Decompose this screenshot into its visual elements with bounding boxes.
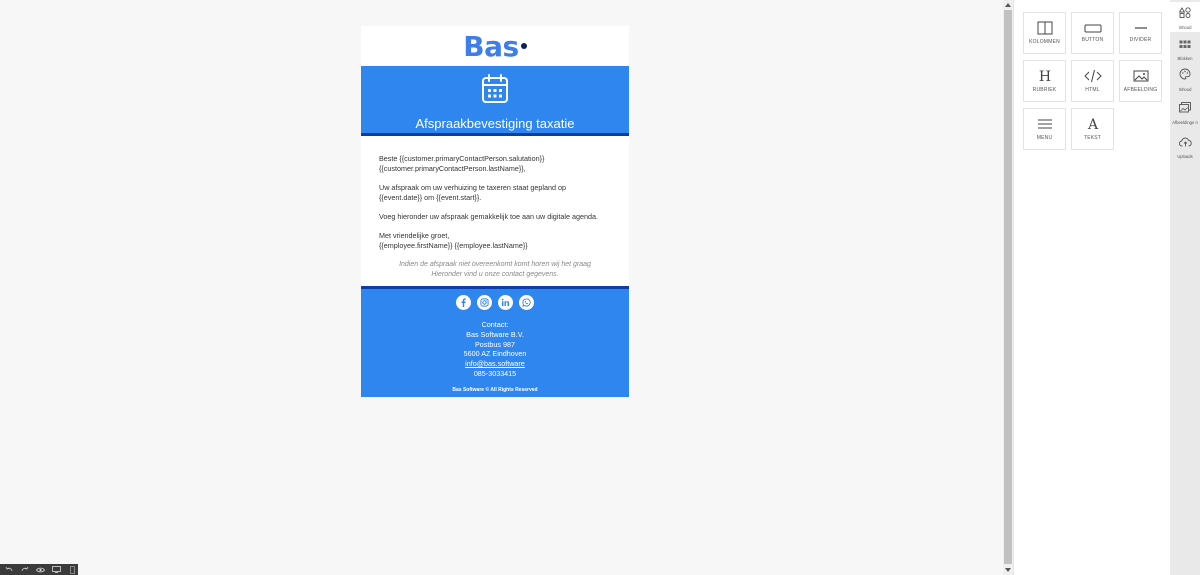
palette-icon xyxy=(1179,67,1191,85)
header-band[interactable]: Afspraakbevestiging taxatie xyxy=(361,66,629,136)
logo-dot xyxy=(520,43,527,49)
tile-label: RUBRIEK xyxy=(1032,87,1057,93)
copyright: Bas Software © All Rights Reserved xyxy=(452,386,538,393)
svg-text:A: A xyxy=(1086,117,1098,131)
sidebar-label: Afbeeldinge n xyxy=(1172,119,1198,125)
canvas-scrollbar[interactable] xyxy=(1003,0,1013,575)
sidebar-label: Uploads xyxy=(1177,153,1193,159)
preview-eye-icon[interactable] xyxy=(35,564,47,575)
instagram-icon[interactable] xyxy=(477,295,492,310)
redo-icon[interactable] xyxy=(19,564,31,575)
calendar-icon xyxy=(481,74,509,109)
company-name: Bas Software B.V. xyxy=(466,329,524,339)
mobile-view-icon[interactable] xyxy=(66,564,78,575)
greeting-paragraph: Beste {{customer.primaryContactPerson.sa… xyxy=(379,154,545,173)
heading-icon: H xyxy=(1037,69,1053,83)
closing-paragraph: Met vriendelijke groet, {{employee.first… xyxy=(379,231,611,251)
svg-text:H: H xyxy=(1038,69,1050,83)
images-icon xyxy=(1179,100,1191,118)
note-line-2: Hieronder vind u onze contact gegevens. xyxy=(431,271,559,278)
tile-html[interactable]: HTML xyxy=(1071,60,1114,102)
tile-text[interactable]: A TEKST xyxy=(1071,108,1114,150)
footer-band[interactable]: Contact: Bas Software B.V. Postbus 987 5… xyxy=(361,286,629,397)
employee-name: {{employee.firstName}} {{employee.lastNa… xyxy=(379,241,528,250)
tile-label: AFBEELDING xyxy=(1123,87,1158,93)
menu-icon xyxy=(1037,117,1053,131)
contact-block: Contact: Bas Software B.V. Postbus 987 5… xyxy=(361,320,629,379)
code-icon xyxy=(1083,69,1102,83)
image-icon xyxy=(1133,69,1149,83)
tile-menu[interactable]: MENU xyxy=(1023,108,1066,150)
scrollbar-thumb[interactable] xyxy=(1004,10,1012,564)
columns-icon xyxy=(1037,21,1053,35)
divider-icon xyxy=(1134,23,1148,33)
note-line-1: Indien de afspraak niet overeenkomt komt… xyxy=(399,261,591,268)
phone-number: 085-3033415 xyxy=(473,368,517,378)
email-title: Afspraakbevestiging taxatie xyxy=(415,116,575,131)
contact-note: Indien de afspraak niet overeenkomt komt… xyxy=(361,260,629,280)
email-body[interactable]: Beste {{customer.primaryContactPerson.sa… xyxy=(361,136,629,251)
shapes-icon xyxy=(1178,5,1191,23)
tile-label: TEKST xyxy=(1083,135,1102,141)
tile-label: BUTTON xyxy=(1081,37,1104,43)
scroll-down-arrow-icon[interactable] xyxy=(1005,568,1011,572)
sidebar-label: Blokken xyxy=(1177,55,1193,61)
linkedin-icon[interactable] xyxy=(498,295,513,310)
cloud-upload-icon xyxy=(1178,134,1192,152)
tile-columns[interactable]: KOLOMMEN xyxy=(1023,12,1066,54)
button-icon xyxy=(1084,23,1102,33)
closing-line: Met vriendelijke groet, xyxy=(379,231,450,240)
sidebar-item-content[interactable]: Inhoud xyxy=(1170,2,1200,32)
sidebar-item-body[interactable]: Inhoud xyxy=(1170,64,1200,94)
tile-heading[interactable]: H RUBRIEK xyxy=(1023,60,1066,102)
tile-label: DIVIDER xyxy=(1129,37,1152,43)
tile-label: KOLOMMEN xyxy=(1029,39,1060,45)
text-icon: A xyxy=(1085,117,1101,131)
contact-label: Contact: xyxy=(481,320,509,329)
undo-icon[interactable] xyxy=(3,564,15,575)
sidebar-item-blocks[interactable]: Blokken xyxy=(1170,33,1200,63)
tile-image[interactable]: AFBEELDING xyxy=(1119,60,1162,102)
desktop-view-icon[interactable] xyxy=(50,564,62,575)
tile-label: MENU xyxy=(1036,135,1053,141)
sidebar-item-images[interactable]: Afbeeldinge n xyxy=(1170,95,1200,129)
editor-canvas: Bas Afspraakbevestiging taxatie Beste {{… xyxy=(0,0,1003,575)
whatsapp-icon[interactable] xyxy=(519,295,534,310)
postbus: Postbus 987 xyxy=(475,339,515,349)
city: 5600 AZ Eindhoven xyxy=(463,349,527,359)
email-preview[interactable]: Bas Afspraakbevestiging taxatie Beste {{… xyxy=(361,26,629,397)
sidebar-label: Inhoud xyxy=(1178,86,1192,92)
logo-row: Bas xyxy=(361,26,629,66)
brand-logo: Bas xyxy=(463,29,519,63)
calendar-paragraph: Voeg hieronder uw afspraak gemakkelijk t… xyxy=(379,212,598,221)
blocks-icon xyxy=(1179,36,1191,54)
tile-button[interactable]: BUTTON xyxy=(1071,12,1114,54)
scroll-up-arrow-icon[interactable] xyxy=(1005,3,1011,7)
facebook-icon[interactable] xyxy=(456,295,471,310)
tile-divider[interactable]: DIVIDER xyxy=(1119,12,1162,54)
editor-sidebar: Inhoud Blokken Inhoud Afbeeldinge n Uplo… xyxy=(1170,0,1200,575)
sidebar-label: Inhoud xyxy=(1178,24,1192,30)
appointment-paragraph: Uw afspraak om uw verhuizing te taxeren … xyxy=(379,183,566,202)
sidebar-item-uploads[interactable]: Uploads xyxy=(1170,131,1200,161)
content-blocks-panel: KOLOMMEN BUTTON DIVIDER H RUBRIEK HTML A… xyxy=(1013,0,1170,575)
bottom-toolbar xyxy=(0,564,78,575)
tile-label: HTML xyxy=(1085,87,1100,93)
email-link[interactable]: info@bas.software xyxy=(361,359,629,369)
social-row xyxy=(361,295,629,310)
